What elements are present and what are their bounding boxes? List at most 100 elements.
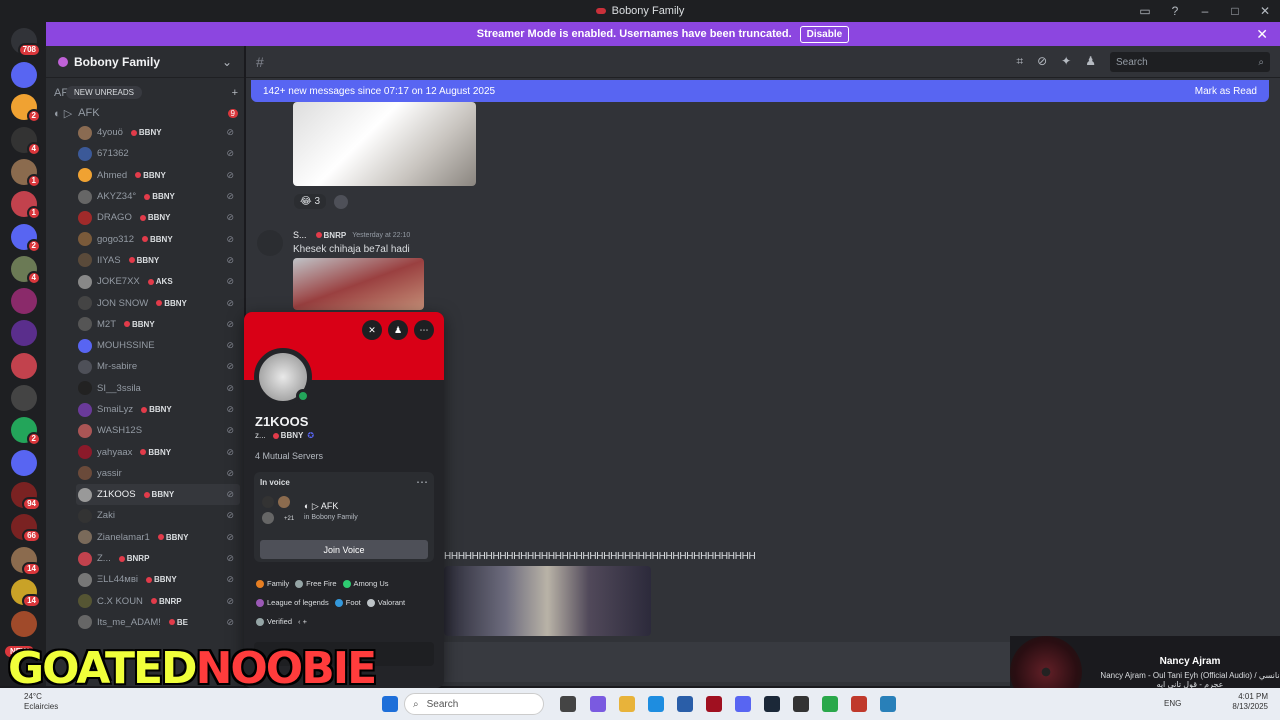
voice-member-row[interactable]: SI__3ssila ⊘: [76, 378, 240, 399]
disable-streamer-button[interactable]: Disable: [799, 25, 850, 43]
voice-channel-afk[interactable]: ◐ ▷ AFK 9: [54, 104, 238, 122]
message-image[interactable]: [293, 258, 424, 310]
guild-header[interactable]: Bobony Family ⌄: [46, 46, 244, 78]
home-icon[interactable]: 708: [11, 28, 41, 57]
start-icon[interactable]: [382, 696, 398, 712]
voice-member-row[interactable]: Z1KOOS BBNY ⊘: [76, 484, 240, 506]
app-icon[interactable]: [880, 696, 896, 712]
server-icon[interactable]: [11, 320, 37, 347]
voice-member-row[interactable]: SmaiLyz BBNY ⊘: [76, 399, 240, 420]
add-friend-icon[interactable]: ♟: [388, 320, 408, 340]
add-icon[interactable]: +: [232, 87, 238, 99]
role-chip[interactable]: Foot: [334, 595, 361, 610]
edge-icon[interactable]: [648, 696, 664, 712]
help-icon[interactable]: ?: [1160, 4, 1190, 18]
pin-icon[interactable]: ✦: [1061, 54, 1071, 69]
voice-member-row[interactable]: JON SNOW BBNY ⊘: [76, 292, 240, 313]
server-icon[interactable]: 2: [11, 417, 41, 447]
message-author[interactable]: S...: [293, 230, 307, 240]
role-chip[interactable]: League of legends: [256, 595, 329, 610]
new-unreads-pill[interactable]: NEW UNREADS: [66, 86, 143, 99]
voice-member-row[interactable]: yahyaax BBNY ⊘: [76, 441, 240, 462]
role-chip[interactable]: Valorant: [366, 595, 405, 610]
close-window-button[interactable]: ✕: [1250, 4, 1280, 18]
server-icon[interactable]: 66: [11, 514, 41, 544]
steam-icon[interactable]: [764, 696, 780, 712]
server-icon[interactable]: [11, 385, 37, 411]
message-image[interactable]: [293, 102, 476, 186]
voice-member-row[interactable]: 4youö BBNY ⊘: [76, 122, 240, 143]
taskbar-search[interactable]: ⌕ Search: [404, 693, 544, 715]
server-icon[interactable]: [11, 62, 37, 88]
task-view-icon[interactable]: [560, 696, 576, 712]
server-icon[interactable]: 94: [11, 481, 41, 511]
voice-member-row[interactable]: JOKE7XX AKS ⊘: [76, 271, 240, 292]
role-chip[interactable]: Verified: [256, 614, 292, 629]
voice-member-row[interactable]: Zianelamar1 BBNY ⊘: [76, 527, 240, 548]
weather-widget[interactable]: 24°C Eclaircies: [10, 692, 58, 712]
voice-member-row[interactable]: Zaki ⊘: [76, 505, 240, 526]
server-icon[interactable]: 1: [11, 191, 41, 221]
copilot-icon[interactable]: [590, 696, 606, 712]
voice-member-row[interactable]: Ahmed BBNY ⊘: [76, 165, 240, 186]
server-icon[interactable]: 14: [11, 546, 41, 576]
more-icon[interactable]: ⋯: [414, 320, 434, 340]
server-icon[interactable]: 4: [11, 126, 41, 156]
language-indicator[interactable]: ENG: [1164, 699, 1181, 708]
server-icon[interactable]: 1: [11, 158, 41, 188]
voice-member-row[interactable]: Mr-sabire ⊘: [76, 356, 240, 377]
voice-member-row[interactable]: Its_me_ADAM! BE ⊘: [76, 612, 240, 633]
add-role-icon[interactable]: ‹ +: [298, 614, 307, 629]
threads-icon[interactable]: ⌗: [1016, 54, 1023, 69]
join-voice-button[interactable]: Join Voice: [260, 540, 428, 559]
clock[interactable]: 4:01 PM 8/13/2025: [1232, 692, 1268, 712]
close-icon[interactable]: ✕: [1256, 26, 1268, 43]
server-icon[interactable]: [11, 611, 37, 638]
minimize-button[interactable]: –: [1190, 4, 1220, 18]
server-icon[interactable]: 2: [11, 223, 41, 253]
discord-icon[interactable]: [735, 696, 751, 712]
server-icon[interactable]: [11, 352, 37, 379]
mute-icon[interactable]: ⊘: [1037, 54, 1047, 69]
voice-member-row[interactable]: gogo312 BBNY ⊘: [76, 228, 240, 249]
maximize-button[interactable]: □: [1220, 4, 1250, 18]
server-icon[interactable]: 4: [11, 255, 41, 285]
voice-member-row[interactable]: C.X KOUN BNRP ⊘: [76, 591, 240, 612]
add-reaction-icon[interactable]: [334, 195, 348, 209]
ignore-icon[interactable]: ✕: [362, 320, 382, 340]
server-icon[interactable]: 14: [11, 578, 41, 608]
app-icon[interactable]: [851, 696, 867, 712]
voice-member-row[interactable]: IIYAS BBNY ⊘: [76, 250, 240, 271]
avatar[interactable]: [254, 348, 312, 406]
voice-member-row[interactable]: yassir ⊘: [76, 463, 240, 484]
voice-member-row[interactable]: 671362 ⊘: [76, 143, 240, 164]
voice-member-row[interactable]: MOUHSSINE ⊘: [76, 335, 240, 356]
role-chip[interactable]: Among Us: [342, 576, 389, 591]
server-icon[interactable]: [11, 449, 37, 476]
avatar[interactable]: [257, 230, 283, 256]
members-icon[interactable]: ♟: [1085, 54, 1096, 69]
server-icon[interactable]: 2: [11, 94, 41, 124]
search-input[interactable]: Search ⌕: [1110, 52, 1270, 72]
voice-member-row[interactable]: WASH12S ⊘: [76, 420, 240, 441]
app-icon[interactable]: [706, 696, 722, 712]
role-chip[interactable]: Family: [256, 576, 289, 591]
mutual-servers[interactable]: 4 Mutual Servers: [255, 451, 323, 461]
new-messages-bar[interactable]: 142+ new messages since 07:17 on 12 Augu…: [251, 80, 1269, 102]
more-icon[interactable]: ⋯: [416, 475, 428, 489]
voice-member-row[interactable]: M2T BBNY ⊘: [76, 314, 240, 335]
reaction-button[interactable]: 😂 3: [294, 194, 327, 209]
server-icon[interactable]: [11, 288, 37, 315]
file-explorer-icon[interactable]: [619, 696, 635, 712]
voice-member-row[interactable]: ΞLL44мві BBNY ⊘: [76, 569, 240, 590]
chrome-icon[interactable]: [822, 696, 838, 712]
role-chip[interactable]: Free Fire: [295, 576, 337, 591]
voice-member-row[interactable]: DRAGO BBNY ⊘: [76, 207, 240, 228]
inbox-icon[interactable]: ▭: [1130, 4, 1160, 18]
voice-member-row[interactable]: AKYZ34° BBNY ⊘: [76, 186, 240, 207]
store-icon[interactable]: [677, 696, 693, 712]
message-image[interactable]: [444, 566, 651, 636]
mark-as-read-button[interactable]: Mark as Read: [1195, 86, 1257, 97]
voice-member-row[interactable]: Z... BNRP ⊘: [76, 548, 240, 569]
obs-icon[interactable]: [793, 696, 809, 712]
